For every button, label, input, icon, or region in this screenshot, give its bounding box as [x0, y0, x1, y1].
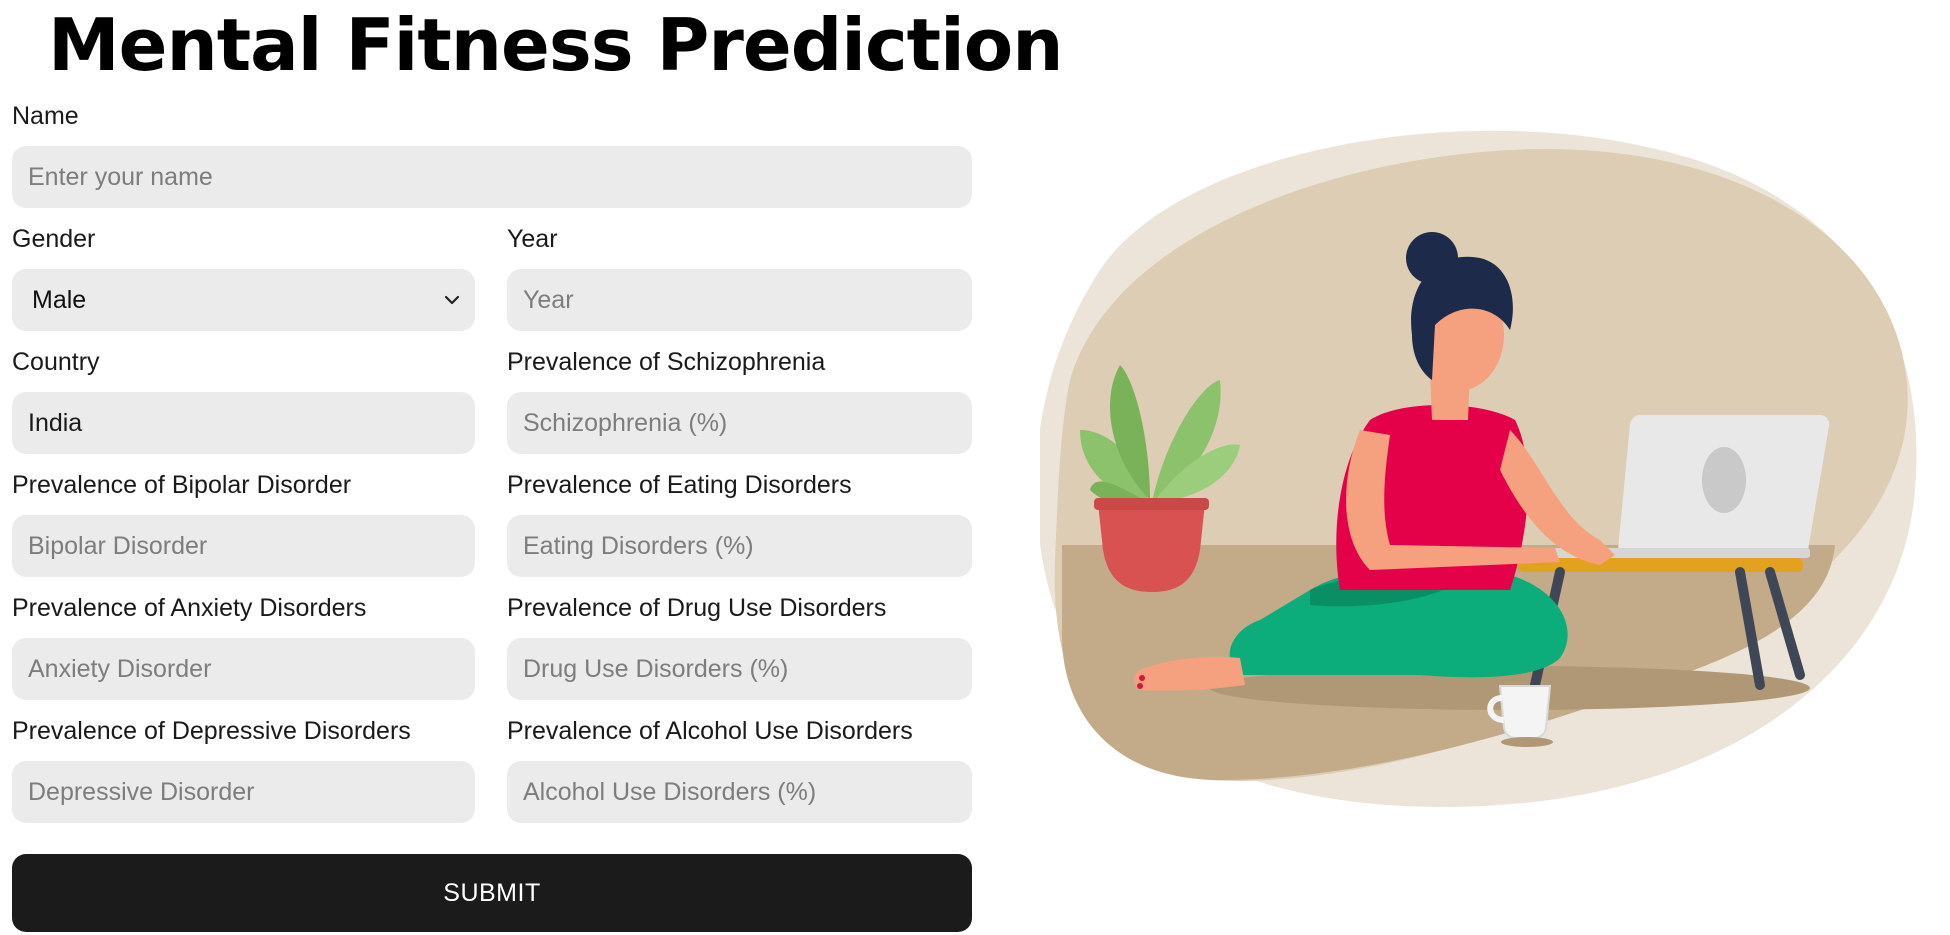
bipolar-label: Prevalence of Bipolar Disorder — [12, 471, 352, 499]
laptop-logo — [1702, 447, 1746, 513]
depressive-input[interactable] — [12, 761, 475, 823]
plant-pot-rim — [1094, 498, 1209, 510]
page-title: Mental Fitness Prediction — [48, 3, 1063, 87]
alcohol-input[interactable] — [507, 761, 972, 823]
gender-select[interactable]: Male — [12, 269, 475, 331]
year-label: Year — [507, 225, 558, 253]
eating-input[interactable] — [507, 515, 972, 577]
submit-button[interactable]: SUBMIT — [12, 854, 972, 932]
country-label: Country — [12, 348, 100, 376]
anxiety-input[interactable] — [12, 638, 475, 700]
schizophrenia-input[interactable] — [507, 392, 972, 454]
name-input[interactable] — [12, 146, 972, 208]
woman-with-laptop-illustration — [1040, 130, 1917, 807]
eating-label: Prevalence of Eating Disorders — [507, 471, 852, 499]
mug-shadow — [1501, 737, 1553, 747]
drug-label: Prevalence of Drug Use Disorders — [507, 594, 887, 622]
gender-select-wrap[interactable]: Male — [12, 269, 475, 331]
anxiety-label: Prevalence of Anxiety Disorders — [12, 594, 367, 622]
woman-hair-bun — [1406, 232, 1458, 284]
year-input[interactable] — [507, 269, 972, 331]
name-label: Name — [12, 102, 79, 130]
mug — [1498, 685, 1552, 739]
depressive-label: Prevalence of Depressive Disorders — [12, 717, 411, 745]
drug-input[interactable] — [507, 638, 972, 700]
bipolar-input[interactable] — [12, 515, 475, 577]
country-input[interactable] — [12, 392, 475, 454]
gender-label: Gender — [12, 225, 96, 253]
alcohol-label: Prevalence of Alcohol Use Disorders — [507, 717, 913, 745]
schizophrenia-label: Prevalence of Schizophrenia — [507, 348, 826, 376]
